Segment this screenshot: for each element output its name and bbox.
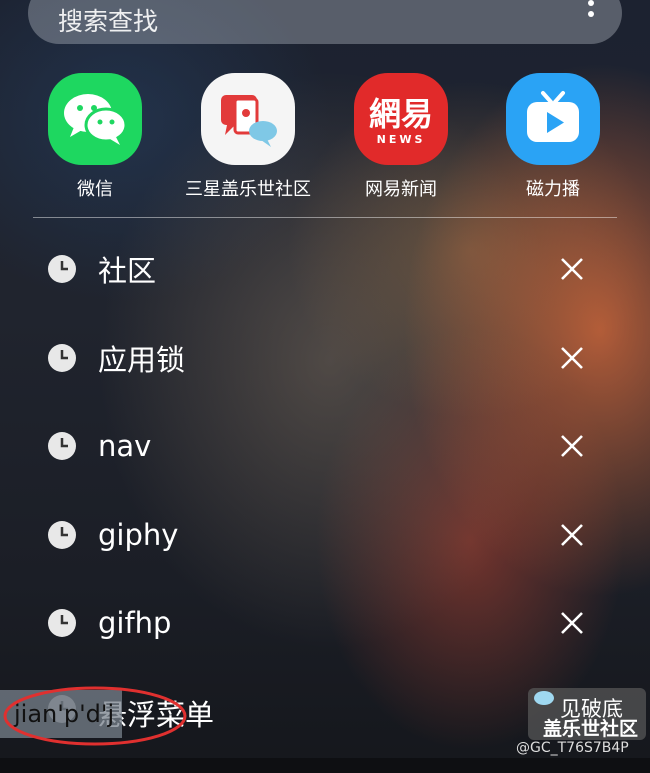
clock-icon — [48, 432, 76, 460]
samsung-members-icon — [201, 73, 295, 165]
app-tv-player[interactable]: 磁力播 — [478, 73, 628, 201]
clock-icon — [48, 521, 76, 549]
app-netease-news[interactable]: 網易 NEWS 网易新闻 — [326, 73, 476, 201]
svg-text:NEWS: NEWS — [377, 133, 426, 146]
clock-icon — [48, 255, 76, 283]
wechat-icon — [48, 73, 142, 165]
keyboard-edge — [0, 758, 650, 773]
app-label: 三星盖乐世社区 — [185, 179, 311, 200]
search-placeholder[interactable]: 搜索查找 — [58, 2, 158, 38]
tv-player-icon — [506, 73, 600, 165]
close-icon[interactable] — [558, 521, 586, 549]
app-samsung-members[interactable]: 三星盖乐世社区 — [173, 73, 323, 201]
clock-icon — [48, 344, 76, 372]
history-item[interactable]: gifhp — [0, 579, 650, 667]
netease-news-icon: 網易 NEWS — [354, 73, 448, 165]
close-icon[interactable] — [558, 432, 586, 460]
ime-composing-text[interactable]: jian'p'd'j — [0, 690, 122, 738]
history-text: 社区 — [98, 254, 157, 288]
suggested-apps: 微信 三星盖乐世社区 網易 NEWS 网易新闻 磁力播 — [0, 73, 650, 203]
history-item[interactable]: 社区 — [0, 225, 650, 313]
app-wechat[interactable]: 微信 — [20, 73, 170, 201]
history-text: gifhp — [98, 606, 172, 640]
cloud-icon — [534, 691, 554, 705]
close-icon[interactable] — [558, 344, 586, 372]
close-icon[interactable] — [558, 255, 586, 283]
clock-icon — [48, 609, 76, 637]
close-icon[interactable] — [558, 609, 586, 637]
ime-composing-label: jian'p'd'j — [14, 700, 115, 728]
history-text: 应用锁 — [98, 343, 186, 377]
history-item[interactable]: nav — [0, 402, 650, 490]
svg-text:網易: 網易 — [369, 95, 433, 133]
divider — [33, 217, 617, 218]
watermark-brand: 盖乐世社区 — [543, 718, 639, 740]
app-label: 网易新闻 — [365, 179, 437, 200]
history-text: giphy — [98, 518, 179, 552]
app-label: 微信 — [77, 179, 113, 200]
app-label: 磁力播 — [526, 179, 580, 200]
history-item[interactable]: giphy — [0, 491, 650, 579]
search-bar[interactable]: 搜索查找 — [28, 0, 622, 44]
history-item[interactable]: 应用锁 — [0, 314, 650, 402]
history-text: nav — [98, 429, 152, 463]
user-tag: @GC_T76S7B4P — [516, 740, 629, 756]
more-options-icon[interactable] — [586, 0, 596, 17]
